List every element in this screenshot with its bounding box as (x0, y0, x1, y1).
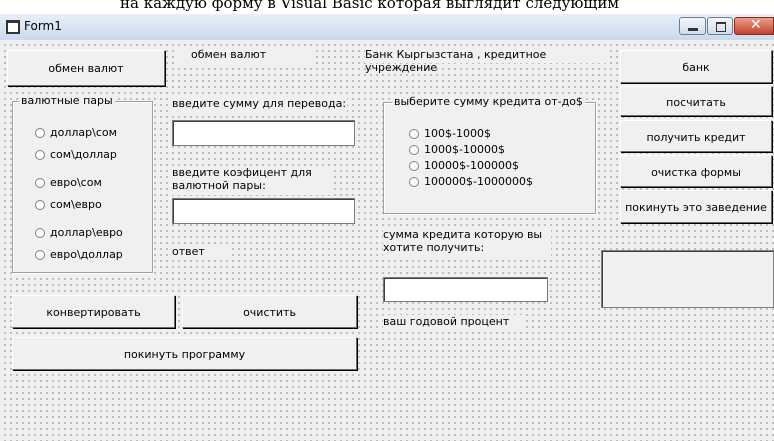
clear-form-button[interactable]: очистка формы (620, 155, 772, 187)
window-title: Form1 (24, 19, 62, 33)
exchange-button-label: обмен валют (48, 62, 124, 75)
radio-credit-1000-10000[interactable]: 1000$-10000$ (409, 143, 505, 156)
get-credit-button-label: получить кредит (646, 131, 746, 144)
radio-credit-10000-100000[interactable]: 10000$-100000$ (409, 159, 519, 172)
close-button[interactable]: ✕ (734, 17, 774, 35)
calculate-button-label: посчитать (666, 96, 726, 109)
bank-header-label: Банк Кыргызстана , кредитное учреждение (365, 48, 610, 74)
enter-amount-label: введите сумму для перевода: (172, 97, 347, 112)
answer-label: ответ (172, 245, 232, 260)
close-icon: ✕ (750, 17, 762, 33)
window-titlebar[interactable]: Form1 ✕ (0, 14, 774, 41)
radio-circle (35, 249, 45, 260)
leave-establishment-button[interactable]: покинуть это заведение (620, 190, 772, 223)
form-client-area: обмен валют обмен валют Банк Кыргызстана… (0, 40, 774, 441)
radio-credit-100000-1000000[interactable]: 100000$-1000000$ (409, 175, 533, 188)
radio-credit-100-1000[interactable]: 100$-1000$ (409, 127, 491, 140)
document-header-strip: на каждую форму в Visual Basic которая в… (0, 0, 774, 14)
radio-circle (409, 160, 419, 171)
clear-form-button-label: очистка формы (651, 166, 741, 179)
exchange-button[interactable]: обмен валют (7, 50, 165, 86)
result-panel (601, 250, 774, 308)
radio-circle (35, 127, 45, 138)
exit-program-button[interactable]: покинуть программу (12, 337, 357, 370)
radio-dollar-euro[interactable]: доллар\евро (35, 226, 123, 239)
minimize-icon (688, 28, 698, 31)
calculate-button[interactable]: посчитать (620, 86, 772, 116)
maximize-icon (716, 22, 726, 32)
credit-range-title: выберите сумму кредита от-до$ (392, 95, 585, 108)
coef-input[interactable] (172, 198, 355, 224)
currency-pairs-frame: валютные пары доллар\сом сом\доллар евро… (12, 94, 153, 273)
bank-button-label: банк (682, 61, 710, 74)
radio-euro-dollar[interactable]: евро\доллар (35, 248, 123, 261)
credit-amount-label: сумма кредита которую вы хотите получить… (383, 228, 551, 256)
convert-button-label: конвертировать (46, 306, 141, 319)
credit-input[interactable] (383, 277, 548, 302)
maximize-button[interactable] (707, 17, 733, 35)
radio-circle (35, 177, 45, 188)
clear-button-label: очистить (243, 306, 296, 319)
exit-program-button-label: покинуть программу (123, 348, 246, 361)
convert-button[interactable]: конвертировать (12, 295, 175, 328)
radio-circle (409, 176, 419, 187)
currency-pairs-title: валютные пары (19, 94, 115, 107)
minimize-button[interactable] (679, 17, 706, 35)
radio-dollar-som[interactable]: доллар\сом (35, 126, 117, 139)
radio-circle (35, 199, 45, 210)
radio-circle (35, 149, 45, 160)
radio-circle (35, 227, 45, 238)
radio-som-dollar[interactable]: сом\доллар (35, 148, 117, 161)
radio-euro-som[interactable]: евро\сом (35, 176, 102, 189)
radio-som-euro[interactable]: сом\евро (35, 198, 102, 211)
radio-circle (409, 144, 419, 155)
exchange-header-label: обмен валют (175, 48, 313, 65)
annual-percent-label: ваш годовой процент (383, 315, 523, 330)
clear-button[interactable]: очистить (182, 295, 357, 328)
amount-input[interactable] (172, 120, 355, 146)
enter-coef-label: введите коэфицент для валютной пары: (172, 166, 332, 195)
header-strip-text: на каждую форму в Visual Basic которая в… (120, 0, 620, 12)
radio-circle (409, 128, 419, 139)
bank-button[interactable]: банк (620, 50, 772, 83)
leave-establishment-button-label: покинуть это заведение (625, 201, 767, 214)
get-credit-button[interactable]: получить кредит (620, 120, 772, 152)
form-icon (6, 20, 20, 34)
credit-range-frame: выберите сумму кредита от-до$ 100$-1000$… (383, 95, 596, 214)
